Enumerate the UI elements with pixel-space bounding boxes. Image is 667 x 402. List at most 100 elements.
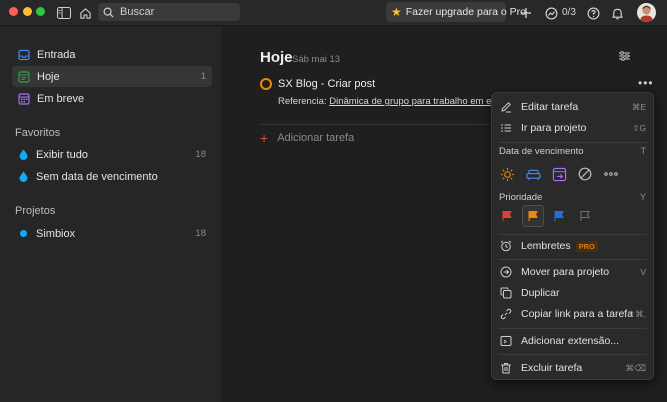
priority-shortcut: Y xyxy=(639,192,646,202)
menu-duplicate[interactable]: Duplicar xyxy=(492,283,653,303)
plus-icon: + xyxy=(260,130,269,146)
today-icon xyxy=(18,70,30,83)
menu-item-shortcut: V xyxy=(640,267,646,277)
alarm-clock-icon xyxy=(500,240,512,252)
task-complete-checkbox[interactable] xyxy=(260,78,272,90)
menu-separator xyxy=(498,234,647,235)
upgrade-button[interactable]: ★ Fazer upgrade para o Pro xyxy=(386,2,526,22)
sidebar: Entrada Hoje 1 Em breve Favoritos Exibir… xyxy=(0,27,221,402)
window-minimize-button[interactable] xyxy=(23,7,32,16)
link-icon xyxy=(500,308,512,320)
menu-item-shortcut: ⌘E xyxy=(631,101,646,112)
no-date-icon[interactable] xyxy=(574,163,596,185)
sidebar-item-label: Exibir tudo xyxy=(36,148,88,161)
favorites-section-title[interactable]: Favoritos xyxy=(15,127,60,139)
sidebar-item-exibir-tudo[interactable]: Exibir tudo 18 xyxy=(12,144,212,165)
p4-flag-icon[interactable] xyxy=(574,205,596,227)
star-icon: ★ xyxy=(391,5,402,19)
menu-separator xyxy=(498,354,647,355)
menu-item-label: Adicionar extensão... xyxy=(521,335,620,347)
menu-separator xyxy=(498,328,647,329)
menu-delete-task[interactable]: Excluir tarefa ⌘⌫ xyxy=(492,358,653,378)
task-description: Referencia: Dinâmica de grupo para traba… xyxy=(278,96,517,107)
window-close-button[interactable] xyxy=(9,7,18,16)
drop-icon xyxy=(18,171,29,182)
task-title[interactable]: SX Blog - Criar post xyxy=(278,78,375,90)
search-icon xyxy=(103,7,114,18)
menu-add-extension[interactable]: Adicionar extensão... xyxy=(492,331,653,351)
sidebar-item-count: 18 xyxy=(195,228,206,239)
menu-copy-link[interactable]: Copiar link para a tarefa ⇧⌘, xyxy=(492,304,653,324)
menu-separator xyxy=(498,142,647,143)
tomorrow-sofa-icon[interactable] xyxy=(522,163,544,185)
sidebar-item-label: Entrada xyxy=(37,48,76,61)
plus-icon[interactable] xyxy=(517,4,535,22)
duplicate-icon xyxy=(500,287,512,299)
karma-progress: 0/3 xyxy=(562,7,576,18)
sidebar-item-hoje[interactable]: Hoje 1 xyxy=(12,66,212,87)
sidebar-item-label: Simbiox xyxy=(36,227,76,240)
sidebar-item-count: 1 xyxy=(200,71,206,82)
trash-icon xyxy=(500,362,512,374)
top-bar: Buscar ★ Fazer upgrade para o Pro 0/3 xyxy=(0,0,667,26)
karma-icon[interactable] xyxy=(542,4,560,22)
sidebar-item-sem-data[interactable]: Sem data de vencimento xyxy=(12,166,212,187)
menu-reminders[interactable]: Lembretes PRO xyxy=(492,236,653,256)
pencil-icon xyxy=(500,101,512,113)
task-description-link[interactable]: Dinâmica de grupo para trabalho em equip… xyxy=(329,96,517,107)
due-date-shortcut: T xyxy=(640,146,647,156)
extension-icon xyxy=(500,335,512,347)
drop-icon xyxy=(18,149,29,160)
inbox-icon xyxy=(18,49,30,61)
menu-move-to-project[interactable]: Mover para projeto V xyxy=(492,262,653,282)
projects-section-title[interactable]: Projetos xyxy=(15,205,55,217)
avatar[interactable] xyxy=(637,3,656,22)
sidebar-item-em-breve[interactable]: Em breve xyxy=(12,88,212,109)
more-dates-icon[interactable] xyxy=(600,163,622,185)
p3-flag-icon[interactable] xyxy=(548,205,570,227)
sidebar-item-label: Sem data de vencimento xyxy=(36,170,158,183)
sidebar-item-label: Em breve xyxy=(37,92,85,105)
menu-edit-task[interactable]: Editar tarefa ⌘E xyxy=(492,97,653,117)
sidebar-item-count: 18 xyxy=(195,149,206,160)
priority-options xyxy=(496,205,600,227)
arrow-circle-icon xyxy=(500,266,512,278)
help-icon[interactable] xyxy=(584,4,602,22)
page-date: Sáb mai 13 xyxy=(292,54,341,65)
window-zoom-button[interactable] xyxy=(36,7,45,16)
add-task-label: Adicionar tarefa xyxy=(277,132,355,144)
sidebar-item-label: Hoje xyxy=(37,70,60,83)
page-title: Hoje xyxy=(260,49,293,66)
menu-item-label: Editar tarefa xyxy=(521,101,579,113)
project-color-dot xyxy=(20,230,27,237)
p1-flag-icon[interactable] xyxy=(496,205,518,227)
add-task-button[interactable]: + Adicionar tarefa xyxy=(260,131,354,145)
task-context-menu: Editar tarefa ⌘E Ir para projeto ⇧G Data… xyxy=(491,92,654,380)
upgrade-label: Fazer upgrade para o Pro xyxy=(405,6,527,18)
today-sun-icon[interactable] xyxy=(496,163,518,185)
search-input[interactable]: Buscar xyxy=(98,3,240,21)
menu-item-label: Mover para projeto xyxy=(521,266,610,278)
search-placeholder: Buscar xyxy=(120,6,155,18)
priority-section-title: Prioridade xyxy=(499,192,543,203)
home-icon[interactable] xyxy=(76,4,94,22)
sidebar-item-entrada[interactable]: Entrada xyxy=(12,44,212,65)
sidebar-toggle-icon[interactable] xyxy=(55,4,73,22)
menu-item-label: Ir para projeto xyxy=(521,122,587,134)
task-more-options-icon[interactable]: ••• xyxy=(638,76,654,90)
next-week-icon[interactable] xyxy=(548,163,570,185)
menu-item-shortcut: ⇧G xyxy=(632,122,646,133)
menu-item-label: Copiar link para a tarefa xyxy=(521,308,634,320)
list-icon xyxy=(500,122,512,134)
menu-item-label: Excluir tarefa xyxy=(521,362,583,374)
menu-item-shortcut: ⇧⌘, xyxy=(628,308,646,319)
view-options-icon[interactable] xyxy=(615,47,633,65)
menu-goto-project[interactable]: Ir para projeto ⇧G xyxy=(492,118,653,138)
task-description-prefix: Referencia: xyxy=(278,96,330,107)
bell-icon[interactable] xyxy=(608,4,626,22)
p2-flag-icon[interactable] xyxy=(522,205,544,227)
upcoming-icon xyxy=(18,92,30,105)
sidebar-item-simbiox[interactable]: Simbiox 18 xyxy=(12,223,212,244)
menu-item-label: Duplicar xyxy=(521,287,560,299)
menu-separator xyxy=(498,259,647,260)
